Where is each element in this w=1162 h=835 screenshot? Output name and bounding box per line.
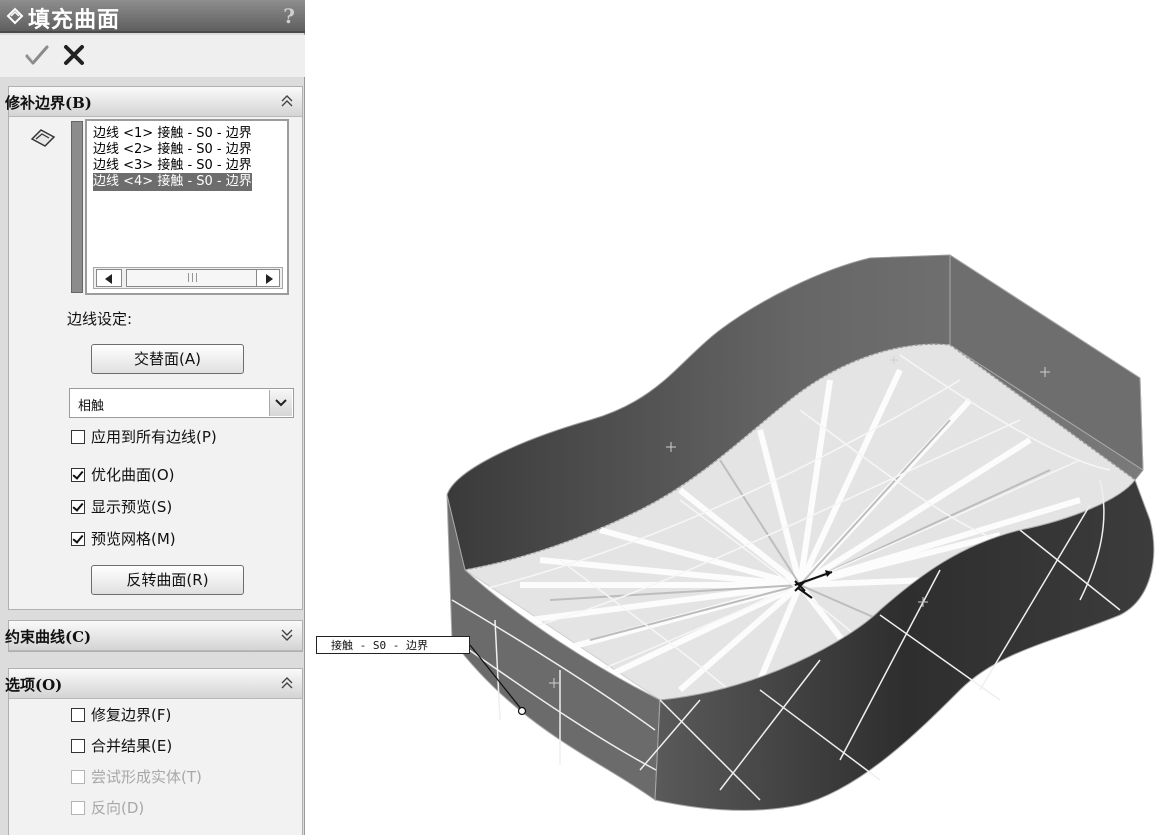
constraint-curves-header[interactable]: 约束曲线(C) (5, 621, 302, 651)
checkbox-label: 优化曲面(O) (91, 466, 175, 484)
scroll-left-button[interactable] (96, 269, 122, 287)
arrow-right-icon (266, 274, 273, 284)
apply-all-edges-checkbox[interactable] (71, 430, 85, 444)
checkbox-label: 预览网格(M) (91, 530, 176, 548)
optimize-surface-checkbox[interactable] (71, 468, 85, 482)
grip-icon: ||| (187, 273, 200, 283)
checkbox-label: 显示预览(S) (91, 498, 173, 516)
patch-boundary-header[interactable]: 修补边界(B) (5, 87, 302, 117)
help-icon[interactable]: ? (283, 4, 295, 28)
edge-list-item-selected[interactable]: 边线 <4> 接触 - S0 - 边界 (93, 173, 252, 191)
fill-surface-icon (6, 7, 24, 25)
preview-mesh-checkbox[interactable] (71, 532, 85, 546)
checkbox-label: 修复边界(F) (91, 706, 172, 724)
fix-boundary-option[interactable]: 修复边界(F) (71, 705, 171, 727)
apply-all-edges-option[interactable]: 应用到所有边线(P) (71, 427, 217, 449)
part-model[interactable] (446, 254, 1155, 811)
reverse-surface-button[interactable]: 反转曲面(R) (91, 565, 244, 595)
ok-cancel-row (0, 35, 305, 77)
title-bar: 填充曲面 ? (0, 0, 305, 33)
scroll-right-button[interactable] (256, 269, 280, 287)
merge-result-checkbox[interactable] (71, 739, 85, 753)
callout-anchor (517, 706, 527, 716)
merge-result-option[interactable]: 合并结果(E) (71, 736, 172, 758)
show-preview-checkbox[interactable] (71, 500, 85, 514)
edge-settings-label: 边线设定: (67, 310, 133, 328)
graphics-viewport[interactable] (305, 0, 1162, 835)
check-icon (25, 45, 49, 65)
reverse-direction-checkbox (71, 801, 85, 815)
edge-selection-icon (30, 129, 56, 147)
scroll-thumb[interactable]: ||| (126, 269, 258, 287)
horizontal-scrollbar[interactable]: ||| (93, 267, 283, 289)
curvature-control-select[interactable]: 相触 (69, 388, 294, 418)
property-manager-panel: 填充曲面 ? 修补边界(B) 边线 <1> 接触 - S0 - 边界 边线 <2… (0, 0, 305, 835)
selection-color-strip (71, 121, 83, 293)
reverse-direction-option: 反向(D) (71, 798, 144, 820)
alternate-face-button[interactable]: 交替面(A) (91, 344, 244, 374)
checkbox-label: 反向(D) (91, 799, 145, 817)
select-value: 相触 (78, 399, 105, 414)
x-icon (64, 45, 84, 65)
try-solid-option: 尝试形成实体(T) (71, 767, 202, 789)
fix-boundary-checkbox[interactable] (71, 708, 85, 722)
ok-button[interactable] (24, 43, 50, 67)
cancel-button[interactable] (62, 43, 86, 67)
options-header[interactable]: 选项(O) (5, 669, 302, 699)
constraint-curves-section: 约束曲线(C) (5, 620, 303, 652)
show-preview-option[interactable]: 显示预览(S) (71, 497, 172, 519)
dropdown-button[interactable] (269, 390, 292, 416)
section-title: 选项(O) (5, 676, 63, 694)
panel-title: 填充曲面 (28, 7, 121, 33)
try-solid-checkbox (71, 770, 85, 784)
edge-list-box[interactable]: 边线 <1> 接触 - S0 - 边界 边线 <2> 接触 - S0 - 边界 … (85, 119, 289, 295)
checkbox-label: 合并结果(E) (91, 737, 173, 755)
patch-boundary-section: 修补边界(B) 边线 <1> 接触 - S0 - 边界 边线 <2> 接触 - … (5, 86, 303, 610)
section-title: 修补边界(B) (5, 94, 92, 112)
preview-mesh-option[interactable]: 预览网格(M) (71, 529, 176, 551)
options-section: 选项(O) 修复边界(F) 合并结果(E) 尝试形成实体(T) 反向(D) (5, 668, 303, 835)
arrow-left-icon (105, 274, 112, 284)
edge-callout-label[interactable]: 接触 - S0 - 边界 (316, 636, 470, 654)
expand-chevron-icon[interactable] (280, 627, 294, 643)
checkbox-label: 尝试形成实体(T) (91, 768, 202, 786)
collapse-chevron-icon[interactable] (280, 675, 294, 691)
checkbox-label: 应用到所有边线(P) (91, 428, 217, 446)
section-title: 约束曲线(C) (5, 628, 92, 646)
collapse-chevron-icon[interactable] (280, 93, 294, 109)
chevron-down-icon (275, 399, 287, 407)
optimize-surface-option[interactable]: 优化曲面(O) (71, 465, 175, 487)
